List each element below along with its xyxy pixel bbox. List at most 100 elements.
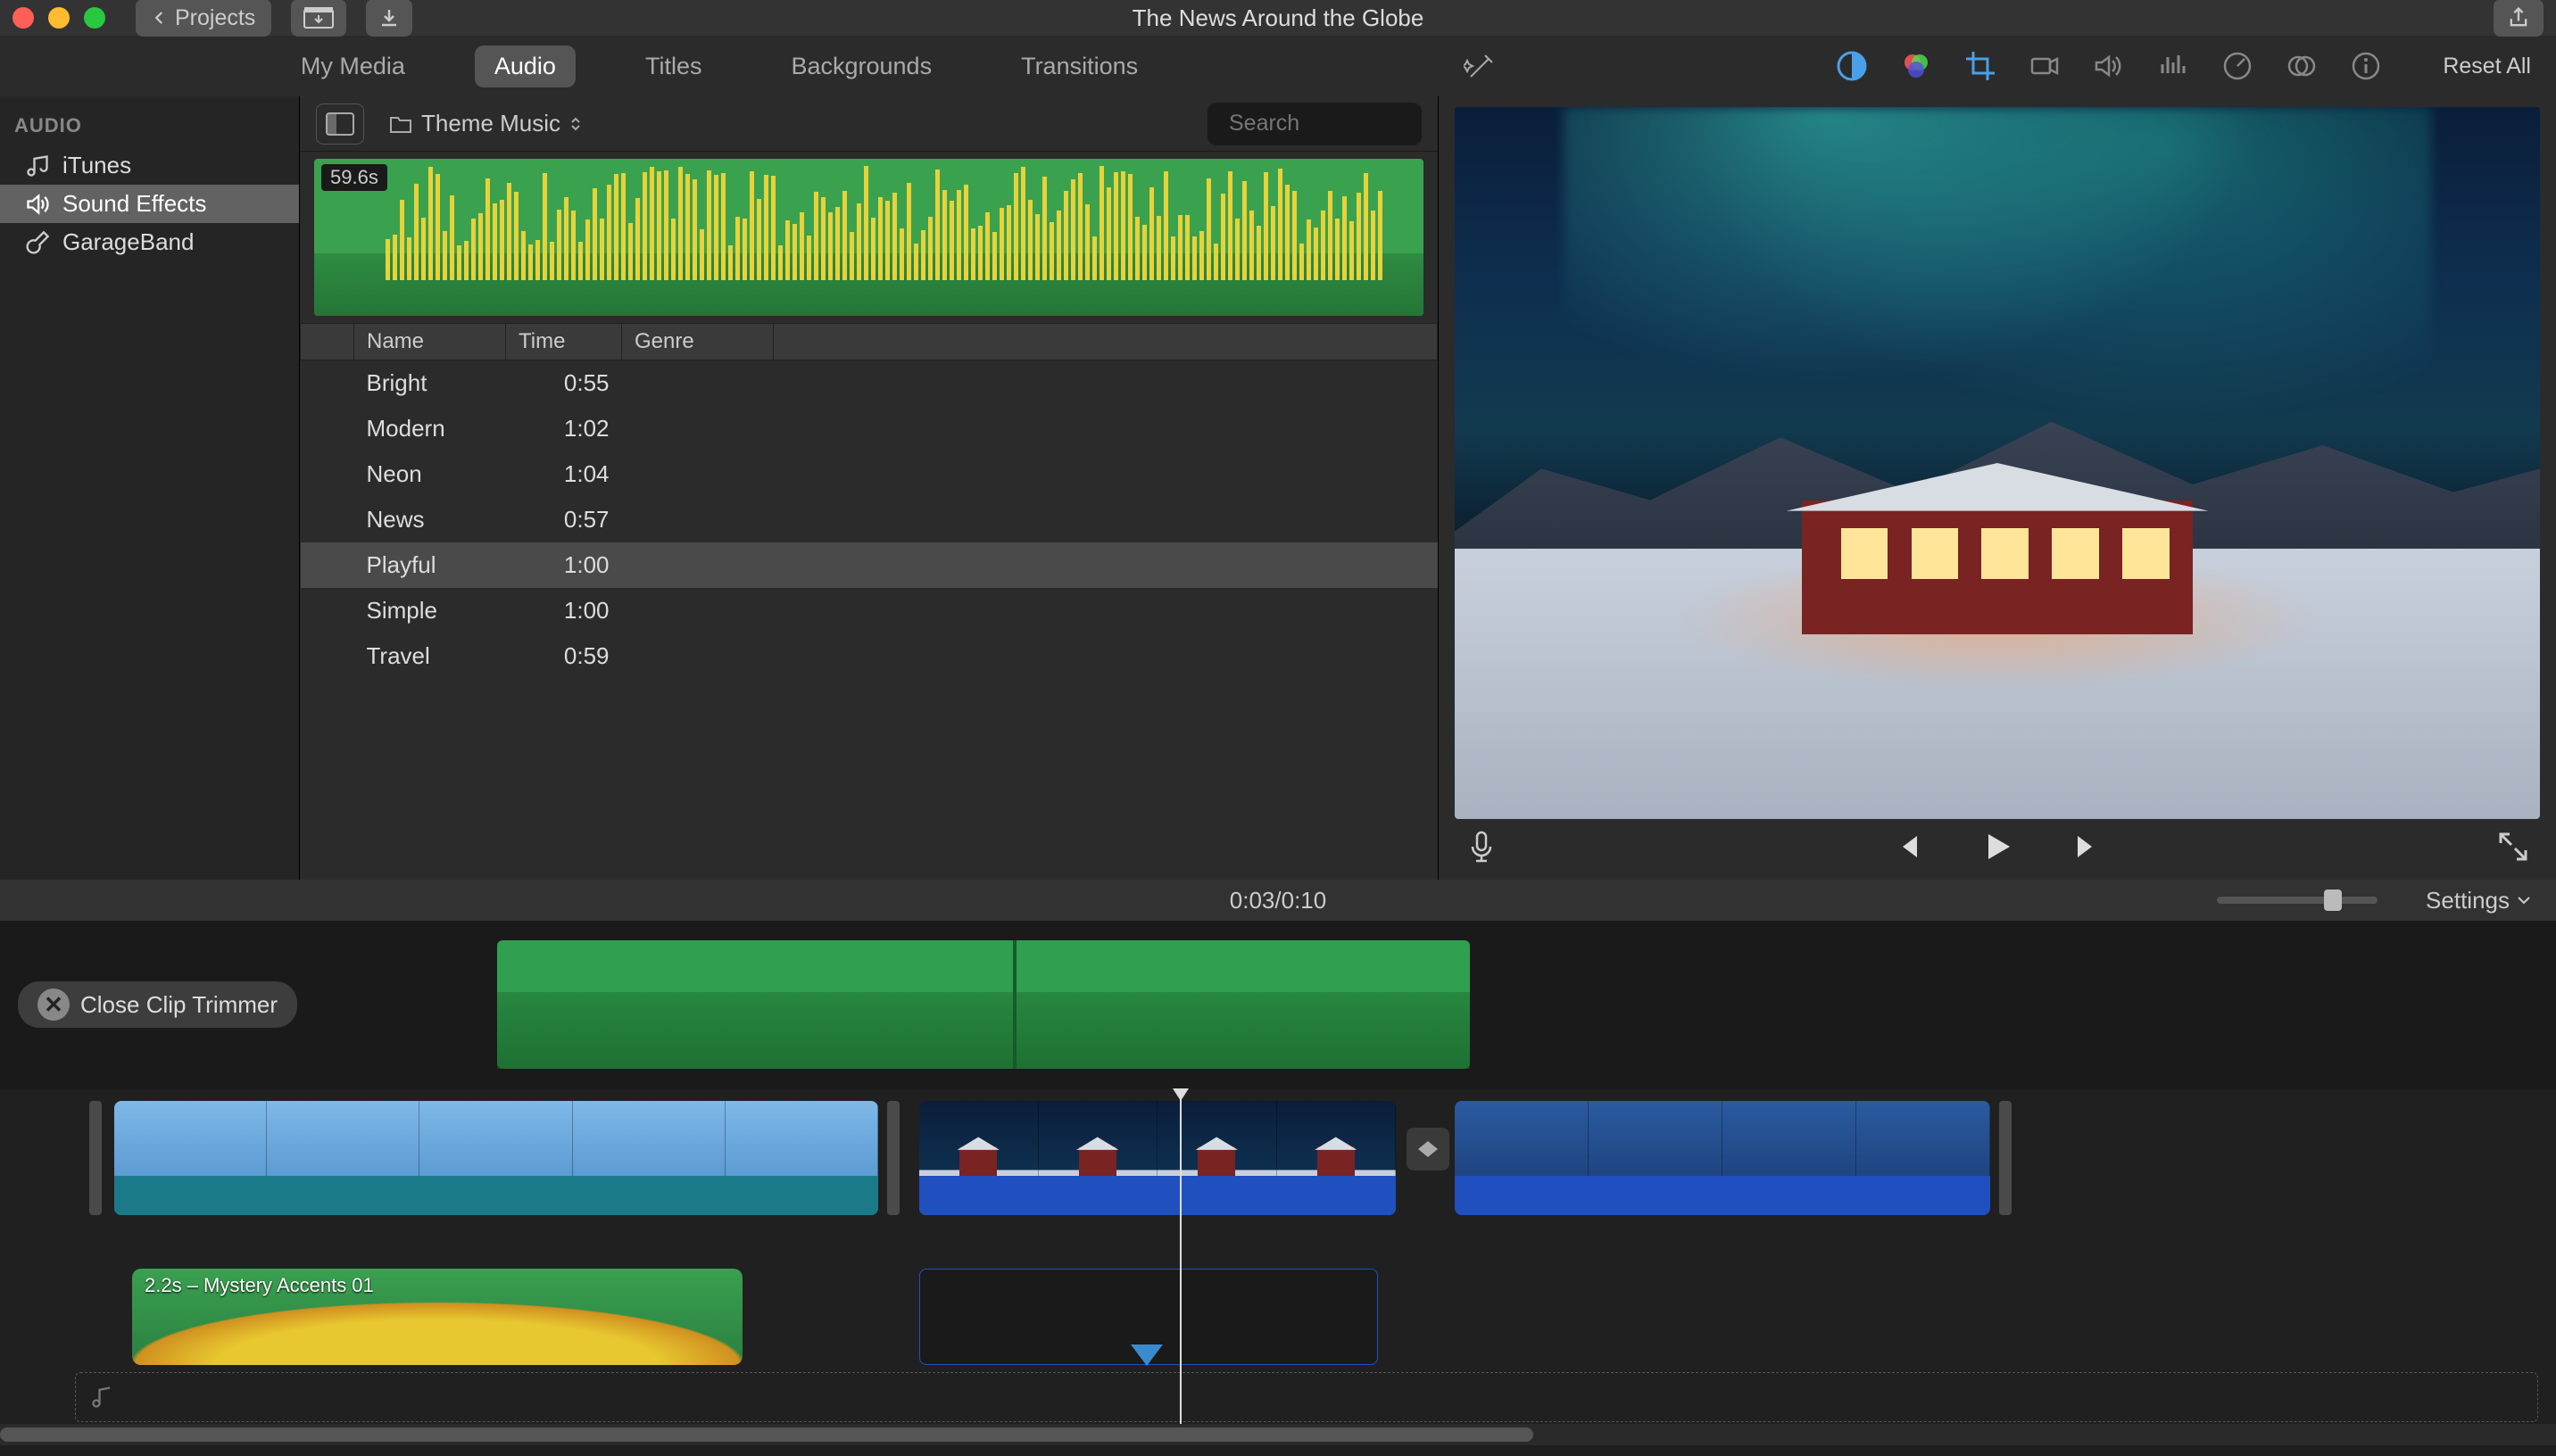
stabilization-button[interactable] (2029, 50, 2061, 82)
overlap-circles-icon (2286, 50, 2318, 82)
column-play[interactable] (301, 324, 354, 360)
adjustment-tools (1836, 50, 2382, 82)
close-clip-trimmer-button[interactable]: ✕ Close Clip Trimmer (18, 981, 297, 1028)
sidebar-item-garageband[interactable]: GarageBand (0, 223, 299, 261)
playhead-time: 0:03 (1230, 887, 1275, 914)
window-titlebar: Projects The News Around the Globe (0, 0, 2556, 36)
video-clip-1[interactable] (114, 1101, 878, 1215)
transition-badge[interactable] (1407, 1128, 1449, 1171)
download-icon (378, 7, 400, 29)
detached-audio-clip[interactable] (919, 1269, 1378, 1365)
share-icon (2506, 5, 2531, 30)
sidebar-item-sound-effects[interactable]: Sound Effects (0, 185, 299, 223)
audio-row[interactable]: Bright0:55 (301, 360, 1438, 407)
close-icon: ✕ (37, 989, 70, 1021)
audio-row[interactable]: Travel0:59 (301, 633, 1438, 679)
waveform-preview[interactable]: 59.6s (314, 159, 1423, 316)
fullscreen-icon (2495, 829, 2531, 864)
crop-icon (1964, 50, 1996, 82)
skip-back-icon (1890, 829, 1926, 864)
equalizer-icon (2157, 50, 2189, 82)
search-box[interactable] (1207, 103, 1422, 145)
audio-row[interactable]: Neon1:04 (301, 451, 1438, 497)
speed-button[interactable] (2221, 50, 2253, 82)
tab-transitions[interactable]: Transitions (1001, 46, 1158, 87)
playhead[interactable] (1180, 1094, 1182, 1435)
marker-pointer-icon (1131, 1344, 1163, 1366)
color-wheel-icon (1900, 50, 1932, 82)
chevron-down-icon (2517, 895, 2531, 906)
color-correction-button[interactable] (1900, 50, 1932, 82)
column-name[interactable]: Name (354, 324, 506, 360)
clip-trimmer-bar: ✕ Close Clip Trimmer (0, 921, 2556, 1088)
audio-clip-mystery-accents[interactable]: 2.2s – Mystery Accents 01 (132, 1269, 743, 1365)
music-note-icon (90, 1385, 115, 1410)
video-preview[interactable] (1455, 107, 2540, 819)
enhance-button[interactable] (1464, 48, 1499, 84)
window-controls (12, 7, 105, 29)
tab-my-media[interactable]: My Media (281, 46, 425, 87)
zoom-slider[interactable] (2217, 897, 2378, 904)
clip-edge-handle[interactable] (1999, 1101, 2012, 1215)
share-button[interactable] (2494, 0, 2544, 37)
zoom-knob[interactable] (2324, 889, 2342, 911)
folder-selector[interactable]: Theme Music (389, 110, 582, 137)
color-balance-button[interactable] (1836, 50, 1868, 82)
info-icon (2350, 50, 2382, 82)
chevron-left-icon (152, 10, 168, 26)
tab-titles[interactable]: Titles (626, 46, 722, 87)
timeline-scrollbar[interactable] (0, 1424, 2556, 1445)
timeline[interactable]: 2.2s – Mystery Accents 01 (0, 1088, 2556, 1445)
audio-row[interactable]: Playful1:00 (301, 542, 1438, 588)
audio-list: Name Time Genre Bright0:55Modern1:02Neon… (300, 323, 1438, 880)
sidebar-heading: AUDIO (0, 105, 299, 146)
noise-reduction-button[interactable] (2157, 50, 2189, 82)
settings-label: Settings (2426, 887, 2510, 914)
clip-edge-handle[interactable] (887, 1101, 900, 1215)
transition-icon (1415, 1136, 1441, 1162)
column-genre[interactable]: Genre (622, 324, 774, 360)
waveform-duration-badge: 59.6s (321, 164, 387, 191)
reset-all-button[interactable]: Reset All (2443, 54, 2531, 79)
audio-clip-label: 2.2s – Mystery Accents 01 (145, 1274, 374, 1297)
trimmer-waveform[interactable] (497, 940, 1470, 1069)
fullscreen-button[interactable] (2495, 829, 2531, 871)
crop-button[interactable] (1964, 50, 1996, 82)
audio-row[interactable]: Modern1:02 (301, 406, 1438, 451)
minimize-window-button[interactable] (48, 7, 70, 29)
sidebar-toggle-icon (326, 112, 354, 136)
audio-row[interactable]: News0:57 (301, 497, 1438, 542)
clip-edge-handle[interactable] (89, 1101, 102, 1215)
toggle-sidebar-button[interactable] (316, 103, 364, 145)
sidebar-item-label: iTunes (62, 152, 131, 179)
projects-back-button[interactable]: Projects (136, 0, 271, 37)
previous-button[interactable] (1890, 829, 1926, 871)
tab-audio[interactable]: Audio (475, 46, 576, 87)
speaker-icon (25, 192, 50, 217)
transport-controls (1455, 819, 2540, 880)
skip-forward-icon (2069, 829, 2104, 864)
download-button[interactable] (366, 0, 412, 37)
video-clip-2[interactable] (919, 1101, 1396, 1215)
next-button[interactable] (2069, 829, 2104, 871)
video-clip-3[interactable] (1455, 1101, 1990, 1215)
tab-backgrounds[interactable]: Backgrounds (771, 46, 951, 87)
play-button[interactable] (1979, 829, 2015, 871)
timeline-settings-button[interactable]: Settings (2426, 887, 2531, 914)
audio-row[interactable]: Simple1:00 (301, 588, 1438, 633)
camera-icon (2029, 50, 2061, 82)
music-note-icon (25, 153, 50, 178)
volume-button[interactable] (2093, 50, 2125, 82)
maximize-window-button[interactable] (84, 7, 105, 29)
voiceover-button[interactable] (1464, 829, 1499, 871)
toolbar: My Media Audio Titles Backgrounds Transi… (0, 36, 2556, 96)
clip-filter-button[interactable] (2286, 50, 2318, 82)
sidebar-item-itunes[interactable]: iTunes (0, 146, 299, 185)
play-icon (1979, 829, 2015, 864)
column-time[interactable]: Time (506, 324, 622, 360)
scrollbar-thumb[interactable] (0, 1427, 1533, 1442)
import-media-button[interactable] (291, 0, 346, 37)
background-music-well[interactable] (75, 1372, 2538, 1422)
info-button[interactable] (2350, 50, 2382, 82)
close-window-button[interactable] (12, 7, 34, 29)
